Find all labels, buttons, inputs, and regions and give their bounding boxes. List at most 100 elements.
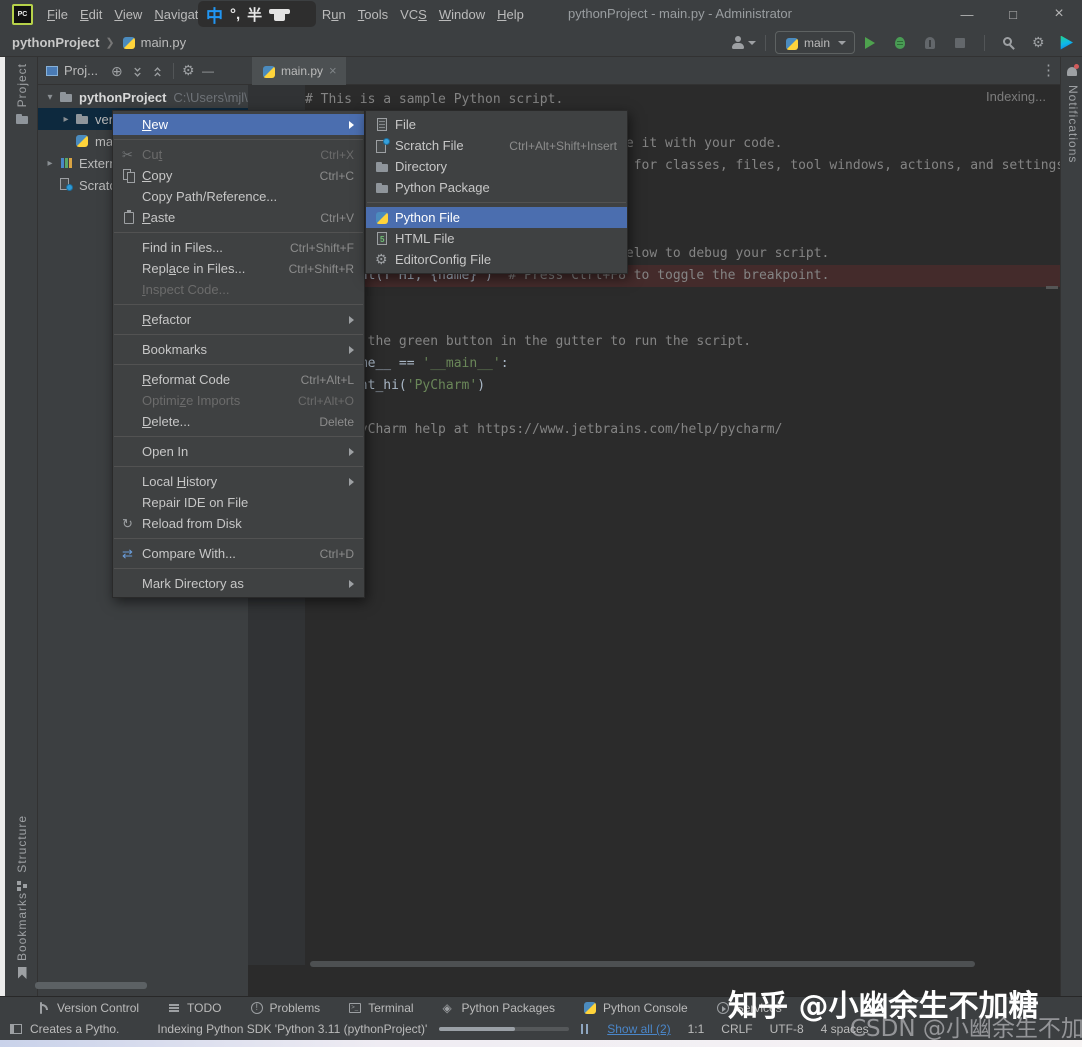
menu-item-optimize-imports[interactable]: Optimize Imports Ctrl+Alt+O — [113, 390, 364, 411]
pause-indexing-icon[interactable] — [577, 1021, 593, 1037]
coverage-button[interactable] — [922, 35, 938, 51]
notifications-bell-icon[interactable] — [1064, 63, 1080, 79]
menubar-item-file[interactable]: File — [41, 7, 74, 22]
menu-item-local-history[interactable]: Local History — [113, 471, 364, 492]
pycharm-logo-icon: PC — [12, 4, 33, 25]
toolwindow-button-terminal[interactable]: Terminal — [347, 1000, 413, 1016]
toolwindow-button-label: Python Packages — [462, 1001, 555, 1015]
menu-item-shortcut: Ctrl+Alt+O — [298, 394, 354, 408]
menu-item-copy[interactable]: CopyCtrl+C — [113, 165, 364, 186]
menu-item-shortcut: Ctrl+X — [320, 148, 354, 162]
menu-item-reformat-code[interactable]: Reformat CodeCtrl+Alt+L — [113, 369, 364, 390]
ime-skin-icon[interactable] — [269, 6, 291, 22]
menu-item-new[interactable]: New — [113, 114, 364, 135]
user-account-icon[interactable] — [730, 35, 746, 51]
collapse-all-icon[interactable] — [150, 63, 166, 79]
menubar-item-window[interactable]: Window — [433, 7, 491, 22]
toolwindow-button-problems[interactable]: Problems — [249, 1000, 321, 1016]
menu-item-delete-[interactable]: Delete...Delete — [113, 411, 364, 432]
ime-toolbar[interactable]: 中 °, 半 — [198, 1, 316, 27]
run-button[interactable] — [862, 35, 878, 51]
menu-item-python-file[interactable]: Python File — [366, 207, 627, 228]
menu-item-scratch-file[interactable]: Scratch FileCtrl+Alt+Shift+Insert — [366, 135, 627, 156]
menu-item-compare-with-[interactable]: Compare With...Ctrl+D — [113, 543, 364, 564]
menu-item-editorconfig-file[interactable]: EditorConfig File — [366, 249, 627, 270]
menu-item-refactor[interactable]: Refactor — [113, 309, 364, 330]
locate-file-icon[interactable] — [110, 63, 126, 79]
menu-item-label: Optimize Imports — [142, 393, 280, 408]
tree-path: C:\Users\mjl\P — [173, 90, 248, 105]
tab-close-icon[interactable]: × — [329, 63, 337, 78]
editor-hscrollbar[interactable] — [310, 961, 975, 967]
menu-item-paste[interactable]: PasteCtrl+V — [113, 207, 364, 228]
menu-item-label: Local History — [142, 474, 339, 489]
close-button[interactable]: × — [1036, 0, 1082, 28]
menu-item-repair-ide-on-file[interactable]: Repair IDE on File — [113, 492, 364, 513]
tab-main-py[interactable]: main.py × — [252, 57, 346, 85]
menu-item-cut[interactable]: Cut Ctrl+X — [113, 144, 364, 165]
search-everywhere-icon[interactable] — [1001, 35, 1017, 51]
stop-button[interactable] — [952, 35, 968, 51]
settings-gear-icon[interactable] — [1031, 35, 1047, 51]
indexing-status-label: Indexing... — [986, 89, 1046, 104]
tree-chevron-icon[interactable]: ▾ — [42, 92, 58, 103]
menu-item-copy-path-reference-[interactable]: Copy Path/Reference... — [113, 186, 364, 207]
menu-item-reload-from-disk[interactable]: Reload from Disk — [113, 513, 364, 534]
tree-chevron-icon[interactable]: ▸ — [58, 114, 74, 125]
hide-panel-icon[interactable] — [201, 63, 217, 79]
debug-button[interactable] — [892, 35, 908, 51]
menu-item-find-in-files-[interactable]: Find in Files...Ctrl+Shift+F — [113, 237, 364, 258]
menubar-item-run[interactable]: Run — [316, 7, 352, 22]
tool-stripe-bookmarks[interactable]: Bookmarks — [5, 892, 38, 981]
breadcrumb-file[interactable]: main.py — [141, 35, 187, 50]
expand-all-icon[interactable] — [130, 63, 146, 79]
menu-item-inspect-code-[interactable]: Inspect Code... — [113, 279, 364, 300]
ime-halfwidth-icon[interactable]: 半 — [247, 4, 262, 25]
toolwindow-button-python-console[interactable]: Python Console — [582, 1000, 688, 1016]
tool-stripe-project[interactable]: Project — [5, 63, 38, 127]
menubar-item-vcs[interactable]: VCS — [394, 7, 433, 22]
tree-row-pythonproject[interactable]: ▾pythonProjectC:\Users\mjl\P — [38, 86, 248, 108]
menu-item-html-file[interactable]: HTML File — [366, 228, 627, 249]
menubar-item-tools[interactable]: Tools — [352, 7, 394, 22]
menu-item-bookmarks[interactable]: Bookmarks — [113, 339, 364, 360]
project-panel-hscrollbar[interactable] — [35, 982, 147, 989]
minimize-button[interactable]: — — [944, 0, 990, 28]
menu-item-python-package[interactable]: Python Package — [366, 177, 627, 198]
panel-settings-gear-icon[interactable] — [181, 63, 197, 79]
notifications-stripe-label[interactable]: Notifications — [1066, 85, 1080, 163]
python-icon — [582, 1000, 598, 1016]
menubar-item-view[interactable]: View — [108, 7, 148, 22]
todo-icon — [166, 1000, 182, 1016]
folder-icon — [14, 111, 30, 127]
menu-item-mark-directory-as[interactable]: Mark Directory as — [113, 573, 364, 594]
show-all-link[interactable]: Show all (2) — [607, 1022, 670, 1036]
toolwindow-button-version-control[interactable]: Version Control — [36, 1000, 139, 1016]
menu-item-open-in[interactable]: Open In — [113, 441, 364, 462]
menu-item-directory[interactable]: Directory — [366, 156, 627, 177]
run-configuration-name: main — [804, 36, 830, 50]
menubar-item-edit[interactable]: Edit — [74, 7, 108, 22]
bookmarks-stripe-label[interactable]: Bookmarks — [15, 892, 29, 961]
toolwindow-button-python-packages[interactable]: Python Packages — [441, 1000, 555, 1016]
toolbox-sphere-icon[interactable] — [1058, 35, 1074, 51]
caret-position[interactable]: 1:1 — [688, 1022, 705, 1036]
window-status-icon[interactable] — [8, 1021, 24, 1037]
menu-item-replace-in-files-[interactable]: Replace in Files...Ctrl+Shift+R — [113, 258, 364, 279]
run-configuration-select[interactable]: main — [775, 31, 855, 54]
ime-language-icon[interactable]: 中 — [206, 2, 223, 27]
menubar-item-help[interactable]: Help — [491, 7, 530, 22]
toolwindow-button-todo[interactable]: TODO — [166, 1000, 221, 1016]
menu-separator — [114, 334, 363, 335]
tool-stripe-structure[interactable]: Structure — [5, 815, 38, 893]
project-stripe-label[interactable]: Project — [15, 63, 29, 107]
menu-item-label: Cut — [142, 147, 302, 162]
python-icon — [74, 133, 90, 149]
ime-punctuation-icon[interactable]: °, — [230, 6, 240, 23]
menu-item-file[interactable]: File — [366, 114, 627, 135]
tree-chevron-icon[interactable]: ▸ — [42, 158, 58, 169]
breadcrumb-project[interactable]: pythonProject — [12, 35, 99, 50]
editor-options-kebab-icon[interactable] — [1036, 63, 1052, 79]
maximize-button[interactable]: □ — [990, 0, 1036, 28]
structure-stripe-label[interactable]: Structure — [15, 815, 29, 873]
